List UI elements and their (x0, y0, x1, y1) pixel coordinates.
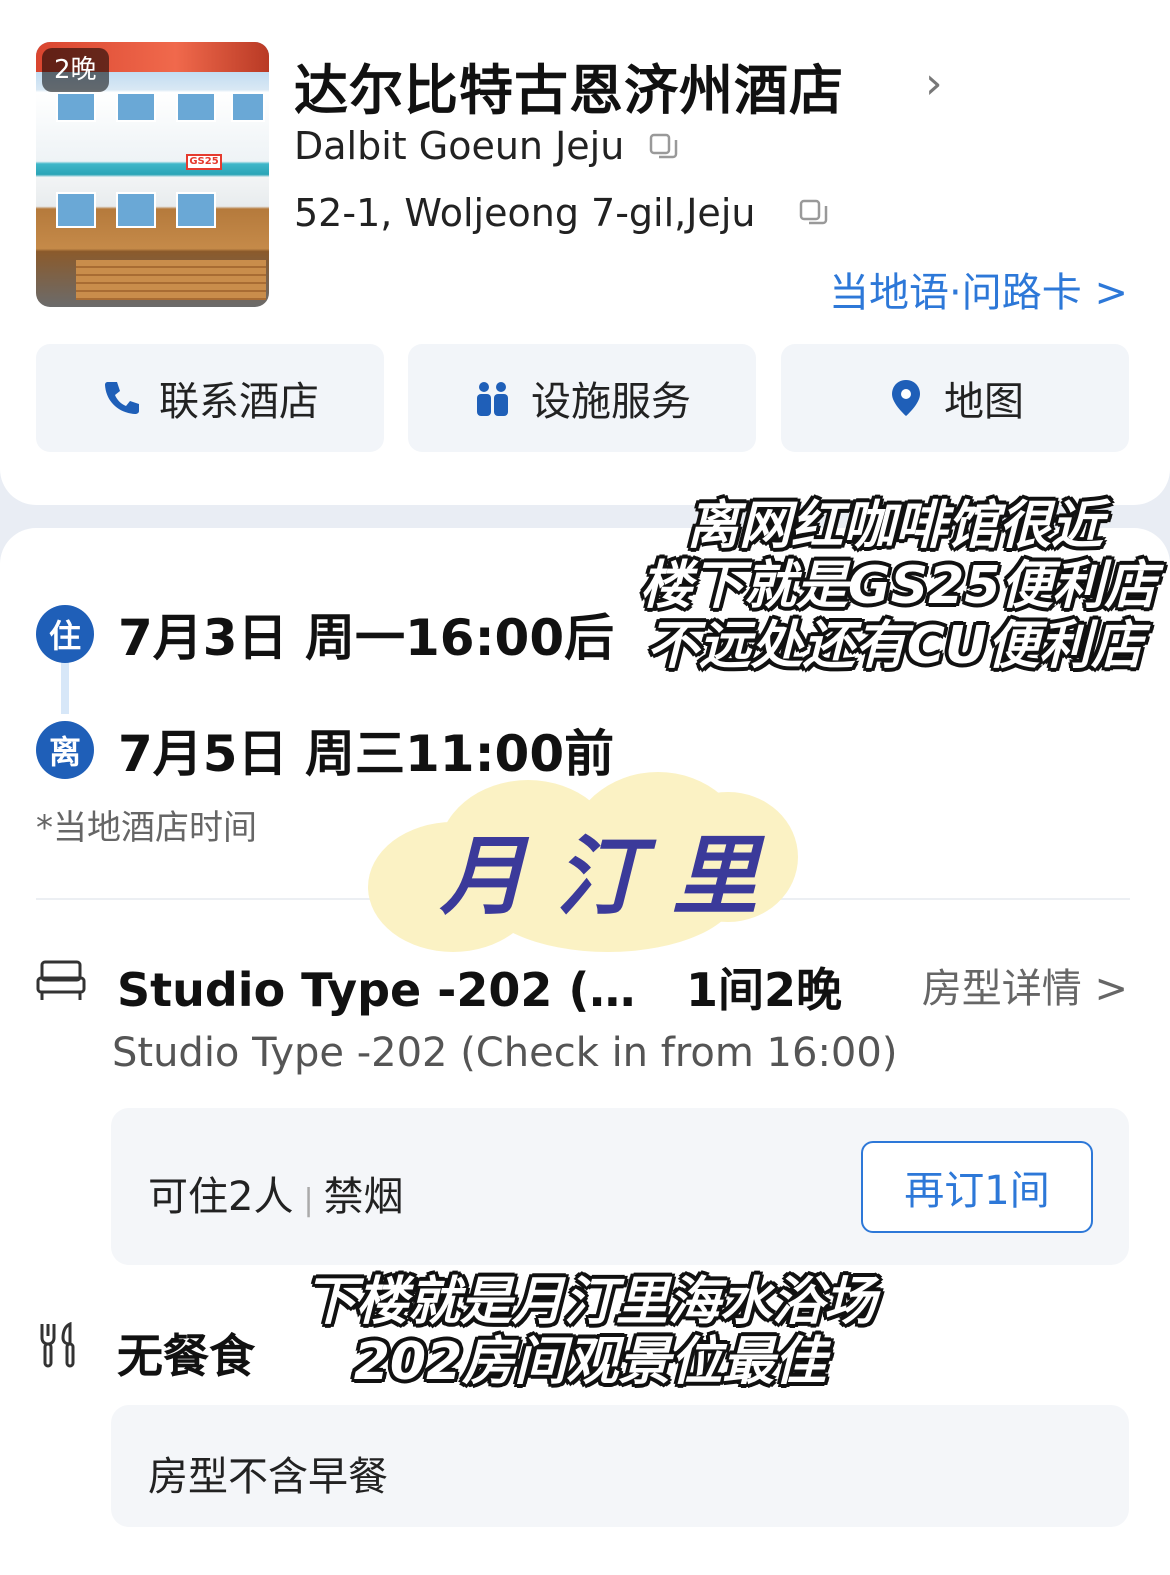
utensils-icon (40, 1322, 75, 1368)
copy-icon[interactable] (648, 132, 680, 164)
room-details-link[interactable]: 房型详情 > (922, 956, 1128, 1014)
checkin-badge: 住 (36, 605, 94, 663)
people-icon (477, 382, 508, 416)
nights-badge: 2晚 (42, 48, 109, 92)
room-policies: 可住2人 | 禁烟 (148, 1164, 404, 1222)
local-language-card-link[interactable]: 当地语·问路卡 > (829, 260, 1128, 318)
contact-hotel-label: 联系酒店 (159, 379, 319, 425)
caption-line: 楼下就是GS25便利店 (640, 556, 1157, 616)
hotel-english-name: Dalbit Goeun Jeju (294, 124, 625, 168)
smoking-policy: 禁烟 (323, 1174, 404, 1220)
room-title: Studio Type -202 (最… (117, 963, 637, 1017)
facilities-button[interactable]: 设施服务 (408, 344, 756, 452)
local-time-note: *当地酒店时间 (36, 808, 257, 848)
map-label: 地图 (944, 379, 1024, 425)
caption-line: 下楼就是月汀里海水浴场 (303, 1272, 876, 1332)
copy-icon[interactable] (798, 198, 830, 230)
occupancy-text: 可住2人 (148, 1174, 294, 1220)
caption-line: 不远处还有CU便利店 (646, 616, 1144, 676)
room-quantity: 1间2晚 (686, 963, 843, 1017)
hotel-name[interactable]: 达尔比特古恩济州酒店 (294, 46, 844, 125)
checkin-time: 7月3日 周一16:00后 (118, 609, 615, 667)
contact-hotel-button[interactable]: 联系酒店 (36, 344, 384, 452)
location-pin-icon (892, 380, 920, 416)
bed-icon (36, 960, 86, 1000)
meal-note: 房型不含早餐 (148, 1454, 388, 1500)
caption-bottom: 下楼就是月汀里海水浴场 202房间观景位最佳 (290, 1272, 890, 1392)
checkin-row: 住 7月3日 周一16:00后 (36, 598, 614, 670)
caption-top: 离网红咖啡馆很近 楼下就是GS25便利店 不远处还有CU便利店 (640, 496, 1157, 676)
room-subtitle: Studio Type -202 (Check in from 16:00) (112, 1030, 898, 1076)
phone-icon (105, 382, 139, 414)
caption-line: 202房间观景位最佳 (353, 1332, 827, 1392)
caption-line: 离网红咖啡馆很近 (686, 496, 1103, 556)
rebook-room-button[interactable]: 再订1间 (861, 1141, 1093, 1233)
checkout-badge: 离 (36, 721, 94, 779)
separator: | (303, 1183, 314, 1218)
hotel-address: 52-1, Woljeong 7-gil,Jeju (294, 191, 756, 235)
meal-title: 无餐食 (117, 1329, 255, 1383)
chevron-right-icon[interactable]: › (925, 58, 943, 109)
facilities-label: 设施服务 (531, 379, 691, 425)
location-sticker: 月汀里 (440, 827, 788, 927)
map-button[interactable]: 地图 (781, 344, 1129, 452)
